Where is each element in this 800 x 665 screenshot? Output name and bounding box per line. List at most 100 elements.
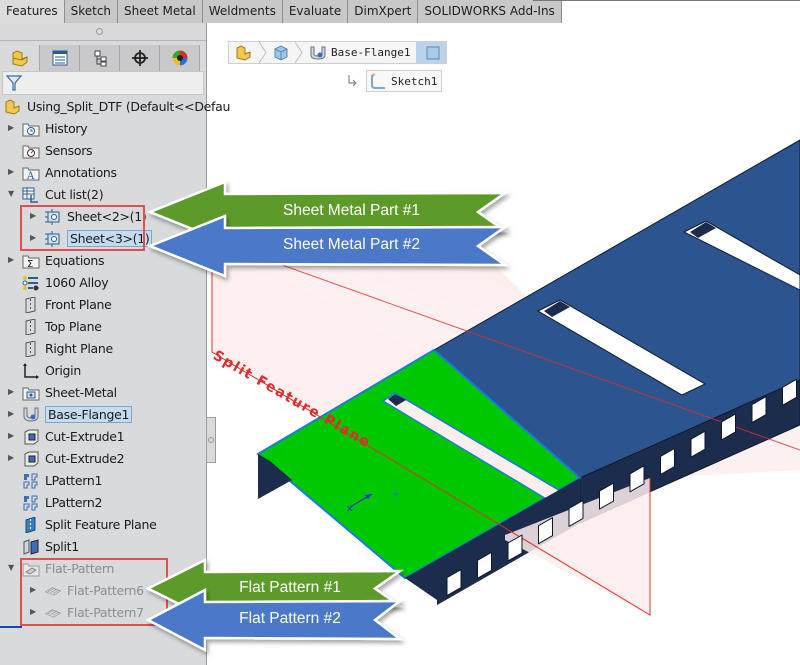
featuremanager-tab[interactable] xyxy=(0,45,40,71)
tree-item-front-plane[interactable]: Front Plane xyxy=(22,294,112,315)
tree-item-top-plane[interactable]: Top Plane xyxy=(22,316,102,337)
tab-sheet-metal[interactable]: Sheet Metal xyxy=(118,0,203,23)
flat-pattern-icon xyxy=(44,604,62,622)
ribbon-tabs: Features Sketch Sheet Metal Weldments Ev… xyxy=(0,0,562,23)
expand-arrow-icon[interactable]: ▶ xyxy=(30,234,38,242)
tree-item-cut-extrude2[interactable]: ▶ Cut-Extrude2 xyxy=(8,448,125,469)
breadcrumb-part[interactable] xyxy=(229,42,259,63)
tree-item-label: Right Plane xyxy=(45,341,113,356)
expand-arrow-icon[interactable]: ▶ xyxy=(30,212,38,220)
configurationmanager-tab[interactable] xyxy=(80,45,120,71)
tree-filter-input[interactable] xyxy=(2,71,204,95)
tree-item-equations[interactable]: ▶ Σ Equations xyxy=(8,250,104,271)
breadcrumb-base-flange-label: Base-Flange1 xyxy=(331,46,411,59)
annotations-folder-icon: A xyxy=(22,164,40,182)
tree-item-sheet-2-1[interactable]: ▶ Sheet<2>(1) xyxy=(30,206,147,227)
tree-item-label: Flat-Pattern7 xyxy=(67,605,144,620)
tree-root-part[interactable]: Using_Split_DTF (Default<<Defau xyxy=(4,96,230,117)
face-icon xyxy=(426,46,440,59)
expand-arrow-icon[interactable]: ▶ xyxy=(8,388,16,396)
tree-item-flat-pattern7[interactable]: ▶ Flat-Pattern7 xyxy=(30,602,144,623)
tab-features[interactable]: Features xyxy=(0,0,65,23)
displaymanager-tab[interactable] xyxy=(160,45,200,71)
collapse-arrow-icon[interactable]: ▼ xyxy=(8,564,16,572)
breadcrumb-sketch[interactable]: * Sketch1 xyxy=(366,70,443,92)
tree-item-split-feature-plane[interactable]: Split Feature Plane xyxy=(22,514,157,535)
tree-item-label: Sensors xyxy=(45,143,93,158)
tree-item-sheet-metal[interactable]: ▶ Sheet-Metal xyxy=(8,382,117,403)
origin-marker: ✕ xyxy=(346,505,354,515)
material-icon xyxy=(22,274,40,292)
breadcrumb-face[interactable] xyxy=(416,42,447,63)
breadcrumb-separator xyxy=(258,41,267,64)
filter-icon xyxy=(6,75,22,91)
tree-item-label: History xyxy=(45,121,88,136)
collapse-arrow-icon[interactable]: ▼ xyxy=(8,190,16,198)
history-folder-icon xyxy=(22,120,40,138)
expand-arrow-icon[interactable]: ▶ xyxy=(8,168,16,176)
expand-arrow-icon[interactable]: ▶ xyxy=(30,608,38,616)
split-plane-icon xyxy=(22,516,40,534)
tab-evaluate[interactable]: Evaluate xyxy=(282,0,349,23)
expand-arrow-icon[interactable]: ▶ xyxy=(8,432,16,440)
tree-item-1060-alloy[interactable]: 1060 Alloy xyxy=(22,272,109,293)
plane-icon xyxy=(22,318,40,336)
tree-item-label: Flat-Pattern6 xyxy=(67,583,144,598)
callout-label: Sheet Metal Part #1 xyxy=(283,202,420,219)
propertymanager-icon xyxy=(52,50,67,66)
tree-item-label: LPattern2 xyxy=(45,495,103,510)
tree-item-label: Sheet<2>(1) xyxy=(67,209,147,224)
breadcrumb-base-flange[interactable]: Base-Flange1 xyxy=(303,42,416,63)
breadcrumb-separator xyxy=(294,41,303,64)
tree-item-label: Sheet<3>(1) xyxy=(67,230,153,247)
tab-solidworks-add-ins[interactable]: SOLIDWORKS Add-Ins xyxy=(418,0,562,23)
tree-item-cut-list-2[interactable]: ▼ Cut list(2) xyxy=(8,184,104,205)
tree-item-flat-pattern6[interactable]: ▶ Flat-Pattern6 xyxy=(30,580,144,601)
propertymanager-tab[interactable] xyxy=(40,45,80,71)
origin-icon xyxy=(22,362,40,380)
tree-item-sheet-3-1[interactable]: ▶ Sheet<3>(1) xyxy=(30,228,153,249)
tree-item-lpattern2[interactable]: LPattern2 xyxy=(22,492,103,513)
part-icon xyxy=(236,44,251,61)
tree-item-lpattern1[interactable]: LPattern1 xyxy=(22,470,103,491)
tree-item-label: Annotations xyxy=(45,165,117,180)
expand-arrow-icon[interactable]: ▶ xyxy=(8,256,16,264)
flat-pattern-folder-icon xyxy=(22,560,40,578)
expand-arrow-icon[interactable]: ▶ xyxy=(8,454,16,462)
tree-item-split1[interactable]: Split1 xyxy=(22,536,79,557)
tree-item-label: Sheet-Metal xyxy=(45,385,117,400)
tree-item-label: Cut-Extrude1 xyxy=(45,429,125,444)
breadcrumb: Base-Flange1 xyxy=(228,41,448,64)
tab-weldments[interactable]: Weldments xyxy=(202,0,283,23)
tab-dimxpert[interactable]: DimXpert xyxy=(348,0,419,23)
breadcrumb-solid-body[interactable] xyxy=(267,42,295,63)
tree-item-annotations[interactable]: ▶ A Annotations xyxy=(8,162,117,183)
tree-item-flat-pattern[interactable]: ▼ Flat-Pattern xyxy=(8,558,114,579)
expand-arrow-icon[interactable]: ▶ xyxy=(8,410,16,418)
breadcrumb-child: * Sketch1 xyxy=(346,70,443,92)
tree-item-base-flange1[interactable]: ▶ Base-Flange1 xyxy=(8,404,133,425)
child-arrow-icon xyxy=(348,75,357,87)
tree-item-sensors[interactable]: Sensors xyxy=(22,140,93,161)
expand-arrow-icon[interactable]: ▶ xyxy=(8,124,16,132)
sensors-folder-icon xyxy=(22,142,40,160)
expand-arrow-icon[interactable]: ▶ xyxy=(30,586,38,594)
linear-pattern-icon xyxy=(22,494,40,512)
tab-sketch[interactable]: Sketch xyxy=(64,0,119,23)
graphics-area[interactable]: Split Feature Plane ✕ + xyxy=(208,23,800,665)
tree-item-label: Cut list(2) xyxy=(45,187,104,202)
tree-item-origin[interactable]: Origin xyxy=(22,360,81,381)
dimxpertmanager-tab[interactable] xyxy=(120,45,160,71)
svg-text:Σ: Σ xyxy=(27,259,33,269)
cut-extrude-icon xyxy=(22,450,40,468)
displaymanager-icon xyxy=(172,50,187,66)
plane-icon xyxy=(22,340,40,358)
panel-resize-grip[interactable] xyxy=(0,23,206,41)
tree-item-right-plane[interactable]: Right Plane xyxy=(22,338,113,359)
tree-item-label: Front Plane xyxy=(45,297,112,312)
rollback-bar[interactable] xyxy=(0,626,22,628)
part-icon xyxy=(4,98,22,116)
tree-item-history[interactable]: ▶ History xyxy=(8,118,88,139)
tree-item-cut-extrude1[interactable]: ▶ Cut-Extrude1 xyxy=(8,426,125,447)
callout-label: Sheet Metal Part #2 xyxy=(283,236,420,253)
